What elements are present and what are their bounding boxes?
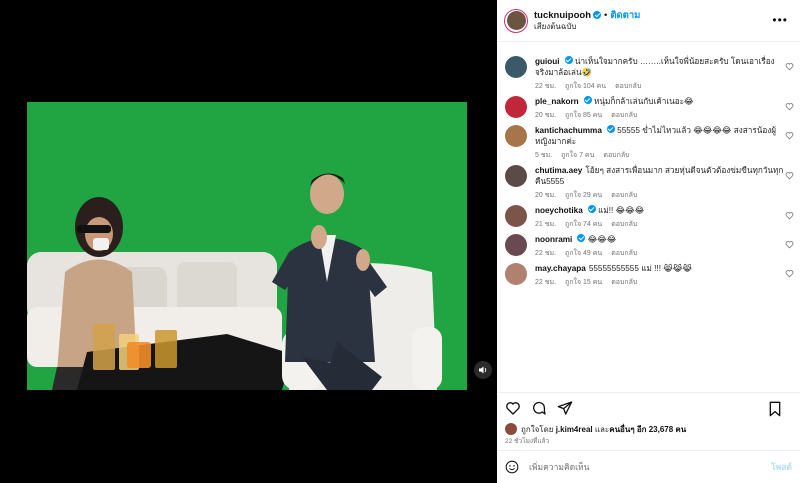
heart-icon[interactable]: [505, 400, 521, 416]
comment-item: noonrami 😂😂😂 22 ชม. ถูกใจ 49 คน ตอบกลับ: [497, 230, 800, 259]
comment-age[interactable]: 22 ชม.: [535, 277, 556, 288]
post-side-panel: tucknuipooh • ติดตาม เสียงต้นฉบับ ••• gu…: [497, 0, 800, 483]
comment-item: chutima.aey โอ้ยๆ สงสารเพื่อนมาก สวยหุ่นด…: [497, 161, 800, 201]
author-username[interactable]: tucknuipooh: [534, 10, 591, 21]
comment-age[interactable]: 22 ชม.: [535, 248, 556, 259]
commenter-username[interactable]: noeychotika: [535, 206, 583, 215]
comment-item: kantichachumma 55555 ข่ำไม่ไหวแล้ว 😂😂😂😂 …: [497, 121, 800, 161]
commenter-avatar[interactable]: [505, 205, 527, 227]
comment-likes[interactable]: ถูกใจ 49 คน: [565, 248, 602, 259]
verified-badge-icon: [583, 96, 592, 104]
commenter-username[interactable]: ple_nakorn: [535, 97, 579, 106]
comments-list: guioui น่าเห็นใจมากครับ ……..เห็นใจพี่น้อ…: [497, 42, 800, 392]
volume-icon: [479, 366, 487, 374]
commenter-avatar[interactable]: [505, 234, 527, 256]
comment-text: 55555555555 แม่ !!! 😹😹😹: [588, 264, 692, 273]
likes-prefix: ถูกใจโดย: [521, 424, 554, 434]
comment-item: ple_nakorn หนุ่มก็กล้าเล่นกับเค้าเนอะ😂 2…: [497, 92, 800, 121]
likes-count[interactable]: คนอื่นๆ อีก 23,678 คน: [609, 423, 686, 436]
smiley-icon[interactable]: [505, 460, 519, 474]
reply-button[interactable]: ตอบกลับ: [611, 190, 637, 201]
post-video[interactable]: [27, 102, 467, 390]
audio-label[interactable]: เสียงต้นฉบับ: [534, 21, 640, 32]
comment-age[interactable]: 20 ชม.: [535, 190, 556, 201]
comment-likes[interactable]: ถูกใจ 104 คน: [565, 81, 606, 92]
comment-likes[interactable]: ถูกใจ 74 คน: [565, 219, 602, 230]
verified-badge-icon: [564, 56, 573, 64]
reply-button[interactable]: ตอบกลับ: [611, 110, 637, 121]
liker-username[interactable]: j.kim4real: [556, 425, 593, 434]
comment-likes[interactable]: ถูกใจ 7 คน: [561, 150, 594, 161]
comment-age[interactable]: 22 ชม.: [535, 81, 556, 92]
reply-button[interactable]: ตอบกลับ: [615, 81, 641, 92]
heart-icon[interactable]: [785, 269, 794, 278]
commenter-avatar[interactable]: [505, 165, 527, 187]
reply-button[interactable]: ตอบกลับ: [603, 150, 629, 161]
comment-input[interactable]: เพิ่มความคิดเห็น: [529, 460, 589, 474]
verified-badge-icon: [587, 205, 596, 213]
heart-icon[interactable]: [785, 131, 794, 140]
comment-likes[interactable]: ถูกใจ 85 คน: [565, 110, 602, 121]
commenter-username[interactable]: may.chayapa: [535, 264, 586, 273]
send-icon[interactable]: [557, 400, 573, 416]
comment-text: แม่!! 😂😂😂: [598, 206, 645, 215]
commenter-username[interactable]: guioui: [535, 57, 560, 66]
heart-icon[interactable]: [785, 171, 794, 180]
follow-button[interactable]: ติดตาม: [610, 10, 640, 21]
likes-middle: และ: [594, 424, 610, 434]
heart-icon[interactable]: [785, 62, 794, 71]
commenter-avatar[interactable]: [505, 263, 527, 285]
post-comment-button[interactable]: โพสต์: [771, 460, 792, 474]
comment-item: noeychotika แม่!! 😂😂😂 21 ชม. ถูกใจ 74 คน…: [497, 201, 800, 230]
commenter-username[interactable]: chutima.aey: [535, 166, 582, 175]
commenter-avatar[interactable]: [505, 96, 527, 118]
verified-badge-icon: [593, 11, 601, 19]
commenter-username[interactable]: kantichachumma: [535, 126, 602, 135]
comment-item: guioui น่าเห็นใจมากครับ ……..เห็นใจพี่น้อ…: [497, 52, 800, 92]
verified-badge-icon: [606, 125, 615, 133]
video-frame: [27, 102, 467, 390]
commenter-username[interactable]: noonrami: [535, 235, 572, 244]
comment-text: หนุ่มก็กล้าเล่นกับเค้าเนอะ😂: [593, 97, 694, 106]
more-horizontal-icon[interactable]: •••: [772, 13, 788, 27]
media-area: [0, 0, 497, 483]
heart-icon[interactable]: [785, 240, 794, 249]
heart-icon[interactable]: [785, 102, 794, 111]
post-timestamp[interactable]: 22 ชั่วโมงที่แล้ว: [497, 436, 800, 448]
add-comment-bar: เพิ่มความคิดเห็น โพสต์: [497, 450, 800, 483]
reply-button[interactable]: ตอบกลับ: [611, 248, 637, 259]
comment-likes[interactable]: ถูกใจ 15 คน: [565, 277, 602, 288]
mute-button[interactable]: [474, 361, 492, 379]
comment-item: may.chayapa 55555555555 แม่ !!! 😹😹😹 22 ชม…: [497, 259, 800, 288]
post-actions: [497, 392, 800, 422]
header-separator: •: [604, 9, 608, 21]
comment-text: 😂😂😂: [587, 235, 617, 244]
comment-age[interactable]: 5 ชม.: [535, 150, 552, 161]
comment-age[interactable]: 20 ชม.: [535, 110, 556, 121]
reply-button[interactable]: ตอบกลับ: [611, 277, 637, 288]
comment-icon[interactable]: [531, 400, 547, 416]
likes-summary: ถูกใจโดย j.kim4real และ คนอื่นๆ อีก 23,67…: [497, 422, 800, 436]
instagram-post-view: tucknuipooh • ติดตาม เสียงต้นฉบับ ••• gu…: [0, 0, 800, 483]
commenter-avatar[interactable]: [505, 125, 527, 147]
verified-badge-icon: [577, 234, 586, 242]
bookmark-icon[interactable]: [768, 401, 782, 417]
comment-likes[interactable]: ถูกใจ 29 คน: [565, 190, 602, 201]
commenter-avatar[interactable]: [505, 56, 527, 78]
comment-age[interactable]: 21 ชม.: [535, 219, 556, 230]
author-avatar[interactable]: [504, 8, 528, 33]
reply-button[interactable]: ตอบกลับ: [611, 219, 637, 230]
liker-avatar[interactable]: [505, 423, 517, 435]
post-header: tucknuipooh • ติดตาม เสียงต้นฉบับ •••: [497, 0, 800, 42]
heart-icon[interactable]: [785, 211, 794, 220]
